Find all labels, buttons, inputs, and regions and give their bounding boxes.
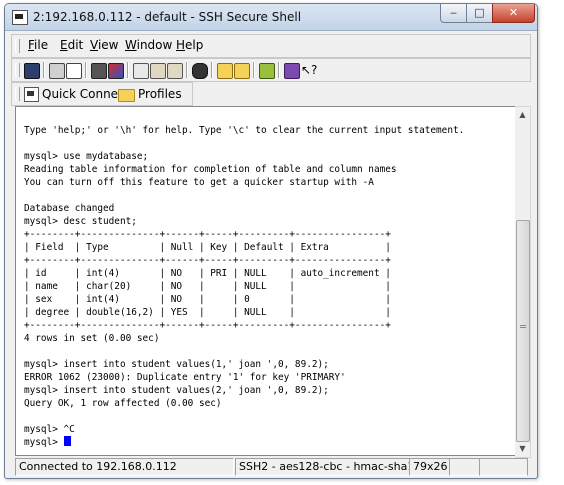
quickbar-grip-handle[interactable] [15,87,20,101]
menu-file[interactable]: File [28,38,48,52]
menubar-grip-handle[interactable] [15,39,20,53]
maximize-button[interactable]: □ [466,4,493,23]
terminal-line: mysql> ^C [24,424,75,435]
terminal-line: mysql> insert into student values(1,' jo… [24,359,329,370]
quick-connect-icon[interactable] [24,87,39,102]
status-lock-icon [449,458,480,476]
upload-icon[interactable] [234,63,250,79]
quick-connect-button[interactable]: Quick Connect [42,87,129,101]
paste-icon[interactable] [150,63,166,79]
toolbar-separator [253,62,255,78]
terminal-line: Query OK, 1 row affected (0.00 sec) [24,398,222,409]
copy-icon[interactable] [133,63,149,79]
terminal-line: +--------+--------------+------+-----+--… [24,320,391,331]
toolbar-separator [278,62,280,78]
status-bar: Connected to 192.168.0.112 SSH2 - aes128… [15,458,531,476]
paste-special-icon[interactable] [167,63,183,79]
ssh-app-icon[interactable] [12,10,28,25]
status-terminal-size: 79x26 [409,458,450,476]
sftp-icon[interactable] [217,63,233,79]
terminal-line: 4 rows in set (0.00 sec) [24,333,160,344]
toolbar: ↖? [11,58,531,82]
folder-icon[interactable] [118,89,135,102]
terminal-line: +--------+--------------+------+-----+--… [24,229,391,240]
toolbar-grip-handle[interactable] [15,63,20,77]
scrollbar-thumb[interactable] [516,220,530,442]
minimize-button[interactable]: ‒ [440,4,467,23]
toolbar-separator [211,62,213,78]
menu-edit[interactable]: Edit [60,38,83,52]
save-icon[interactable] [24,63,40,79]
disconnect-icon[interactable] [91,63,107,79]
scroll-up-arrow-icon[interactable]: ▲ [515,107,530,122]
scroll-down-arrow-icon[interactable]: ▼ [515,441,530,456]
status-connection: Connected to 192.168.0.112 [15,458,234,476]
whats-this-icon[interactable]: ↖? [301,63,317,77]
terminal-line: Reading table information for completion… [24,164,397,175]
settings-icon[interactable] [259,63,275,79]
window-title: 2:192.168.0.112 - default - SSH Secure S… [33,10,302,24]
terminal-line: mysql> insert into student values(2,' jo… [24,385,329,396]
terminal-line: | id | int(4) | NO | PRI | NULL | auto_i… [24,268,391,279]
terminal-prompt-line[interactable]: mysql> [24,436,71,449]
print-icon[interactable] [49,63,65,79]
scrollbar-grip-icon [520,325,526,328]
terminal-line: | sex | int(4) | NO | | 0 | | [24,294,391,305]
terminal-line: You can turn off this feature to get a q… [24,177,374,188]
toolbar-separator [127,62,129,78]
terminal-prompt: mysql> [24,437,64,448]
terminal-line: mysql> use mydatabase; [24,151,149,162]
status-cipher: SSH2 - aes128-cbc - hmac-sha1 [235,458,410,476]
vertical-scrollbar[interactable]: ▲ ▼ [515,106,531,458]
profiles-button[interactable]: Profiles [138,87,182,101]
toolbar-separator [43,62,45,78]
terminal-line: mysql> desc student; [24,216,137,227]
color-icon[interactable] [108,63,124,79]
terminal-line: +--------+--------------+------+-----+--… [24,255,391,266]
resize-grip-icon[interactable] [479,458,528,476]
terminal-line: Type 'help;' or '\h' for help. Type '\c'… [24,125,465,136]
menu-window[interactable]: Window [125,38,172,52]
menu-bar: File Edit View Window Help [11,34,531,58]
find-icon[interactable] [192,63,208,79]
terminal-line: | name | char(20) | NO | | NULL | | [24,281,391,292]
terminal-output[interactable]: Type 'help;' or '\h' for help. Type '\c'… [15,106,516,456]
close-button[interactable]: ✕ [492,4,535,23]
toolbar-separator [85,62,87,78]
menu-view[interactable]: View [90,38,118,52]
toolbar-separator [186,62,188,78]
quick-connect-bar: Quick Connect Profiles [11,82,193,106]
menu-help[interactable]: Help [176,38,203,52]
terminal-line: Database changed [24,203,115,214]
title-bar[interactable]: 2:192.168.0.112 - default - SSH Secure S… [5,4,537,31]
terminal-line: ERROR 1062 (23000): Duplicate entry '1' … [24,372,346,383]
text-cursor [63,436,71,446]
terminal-line: | degree | double(16,2) | YES | | NULL |… [24,307,391,318]
print-preview-icon[interactable] [66,63,82,79]
terminal-line: | Field | Type | Null | Key | Default | … [24,242,391,253]
help-icon[interactable] [284,63,300,79]
ssh-client-window: 2:192.168.0.112 - default - SSH Secure S… [4,3,538,479]
